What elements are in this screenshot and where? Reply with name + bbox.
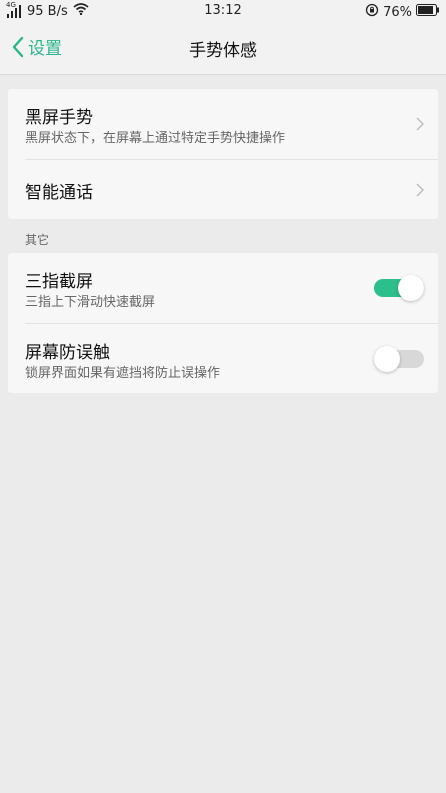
page-title: 手势体感 — [189, 41, 257, 61]
status-right: 76% — [365, 3, 440, 21]
row-title: 黑屏手势 — [25, 108, 93, 128]
accidental-touch-toggle[interactable] — [374, 346, 424, 372]
row-title: 屏幕防误触 — [25, 343, 110, 363]
row-black-screen-gesture[interactable]: 黑屏手势 黑屏状态下，在屏幕上通过特定手势快捷操作 — [8, 89, 438, 159]
row-three-finger-screenshot: 三指截屏 三指上下滑动快速截屏 — [8, 253, 438, 323]
row-accidental-touch-prevention: 屏幕防误触 锁屏界面如果有遮挡将防止误操作 — [8, 324, 438, 393]
row-subtitle: 锁屏界面如果有遮挡将防止误操作 — [25, 366, 221, 381]
toggle-knob — [374, 346, 400, 372]
row-subtitle: 黑屏状态下，在屏幕上通过特定手势快捷操作 — [25, 131, 286, 146]
row-smart-call[interactable]: 智能通话 — [8, 160, 438, 219]
gestures-card: 黑屏手势 黑屏状态下，在屏幕上通过特定手势快捷操作 智能通话 — [8, 89, 438, 219]
row-title: 三指截屏 — [25, 272, 93, 292]
section-label-other: 其它 — [25, 233, 50, 247]
chevron-right-icon — [416, 117, 424, 131]
header: 设置 手势体感 — [0, 22, 446, 75]
row-title: 智能通话 — [25, 183, 93, 203]
rotation-lock-icon — [365, 3, 379, 21]
three-finger-screenshot-toggle[interactable] — [374, 275, 424, 301]
status-bar: 4G 95 B/s 13:12 76% — [0, 0, 446, 22]
toggle-knob — [398, 275, 424, 301]
chevron-right-icon — [416, 183, 424, 197]
other-card: 三指截屏 三指上下滑动快速截屏 屏幕防误触 锁屏界面如果有遮挡将防止误操作 — [8, 253, 438, 393]
battery-level: 76% — [383, 4, 412, 20]
row-subtitle: 三指上下滑动快速截屏 — [25, 295, 156, 310]
battery-icon — [416, 4, 440, 20]
